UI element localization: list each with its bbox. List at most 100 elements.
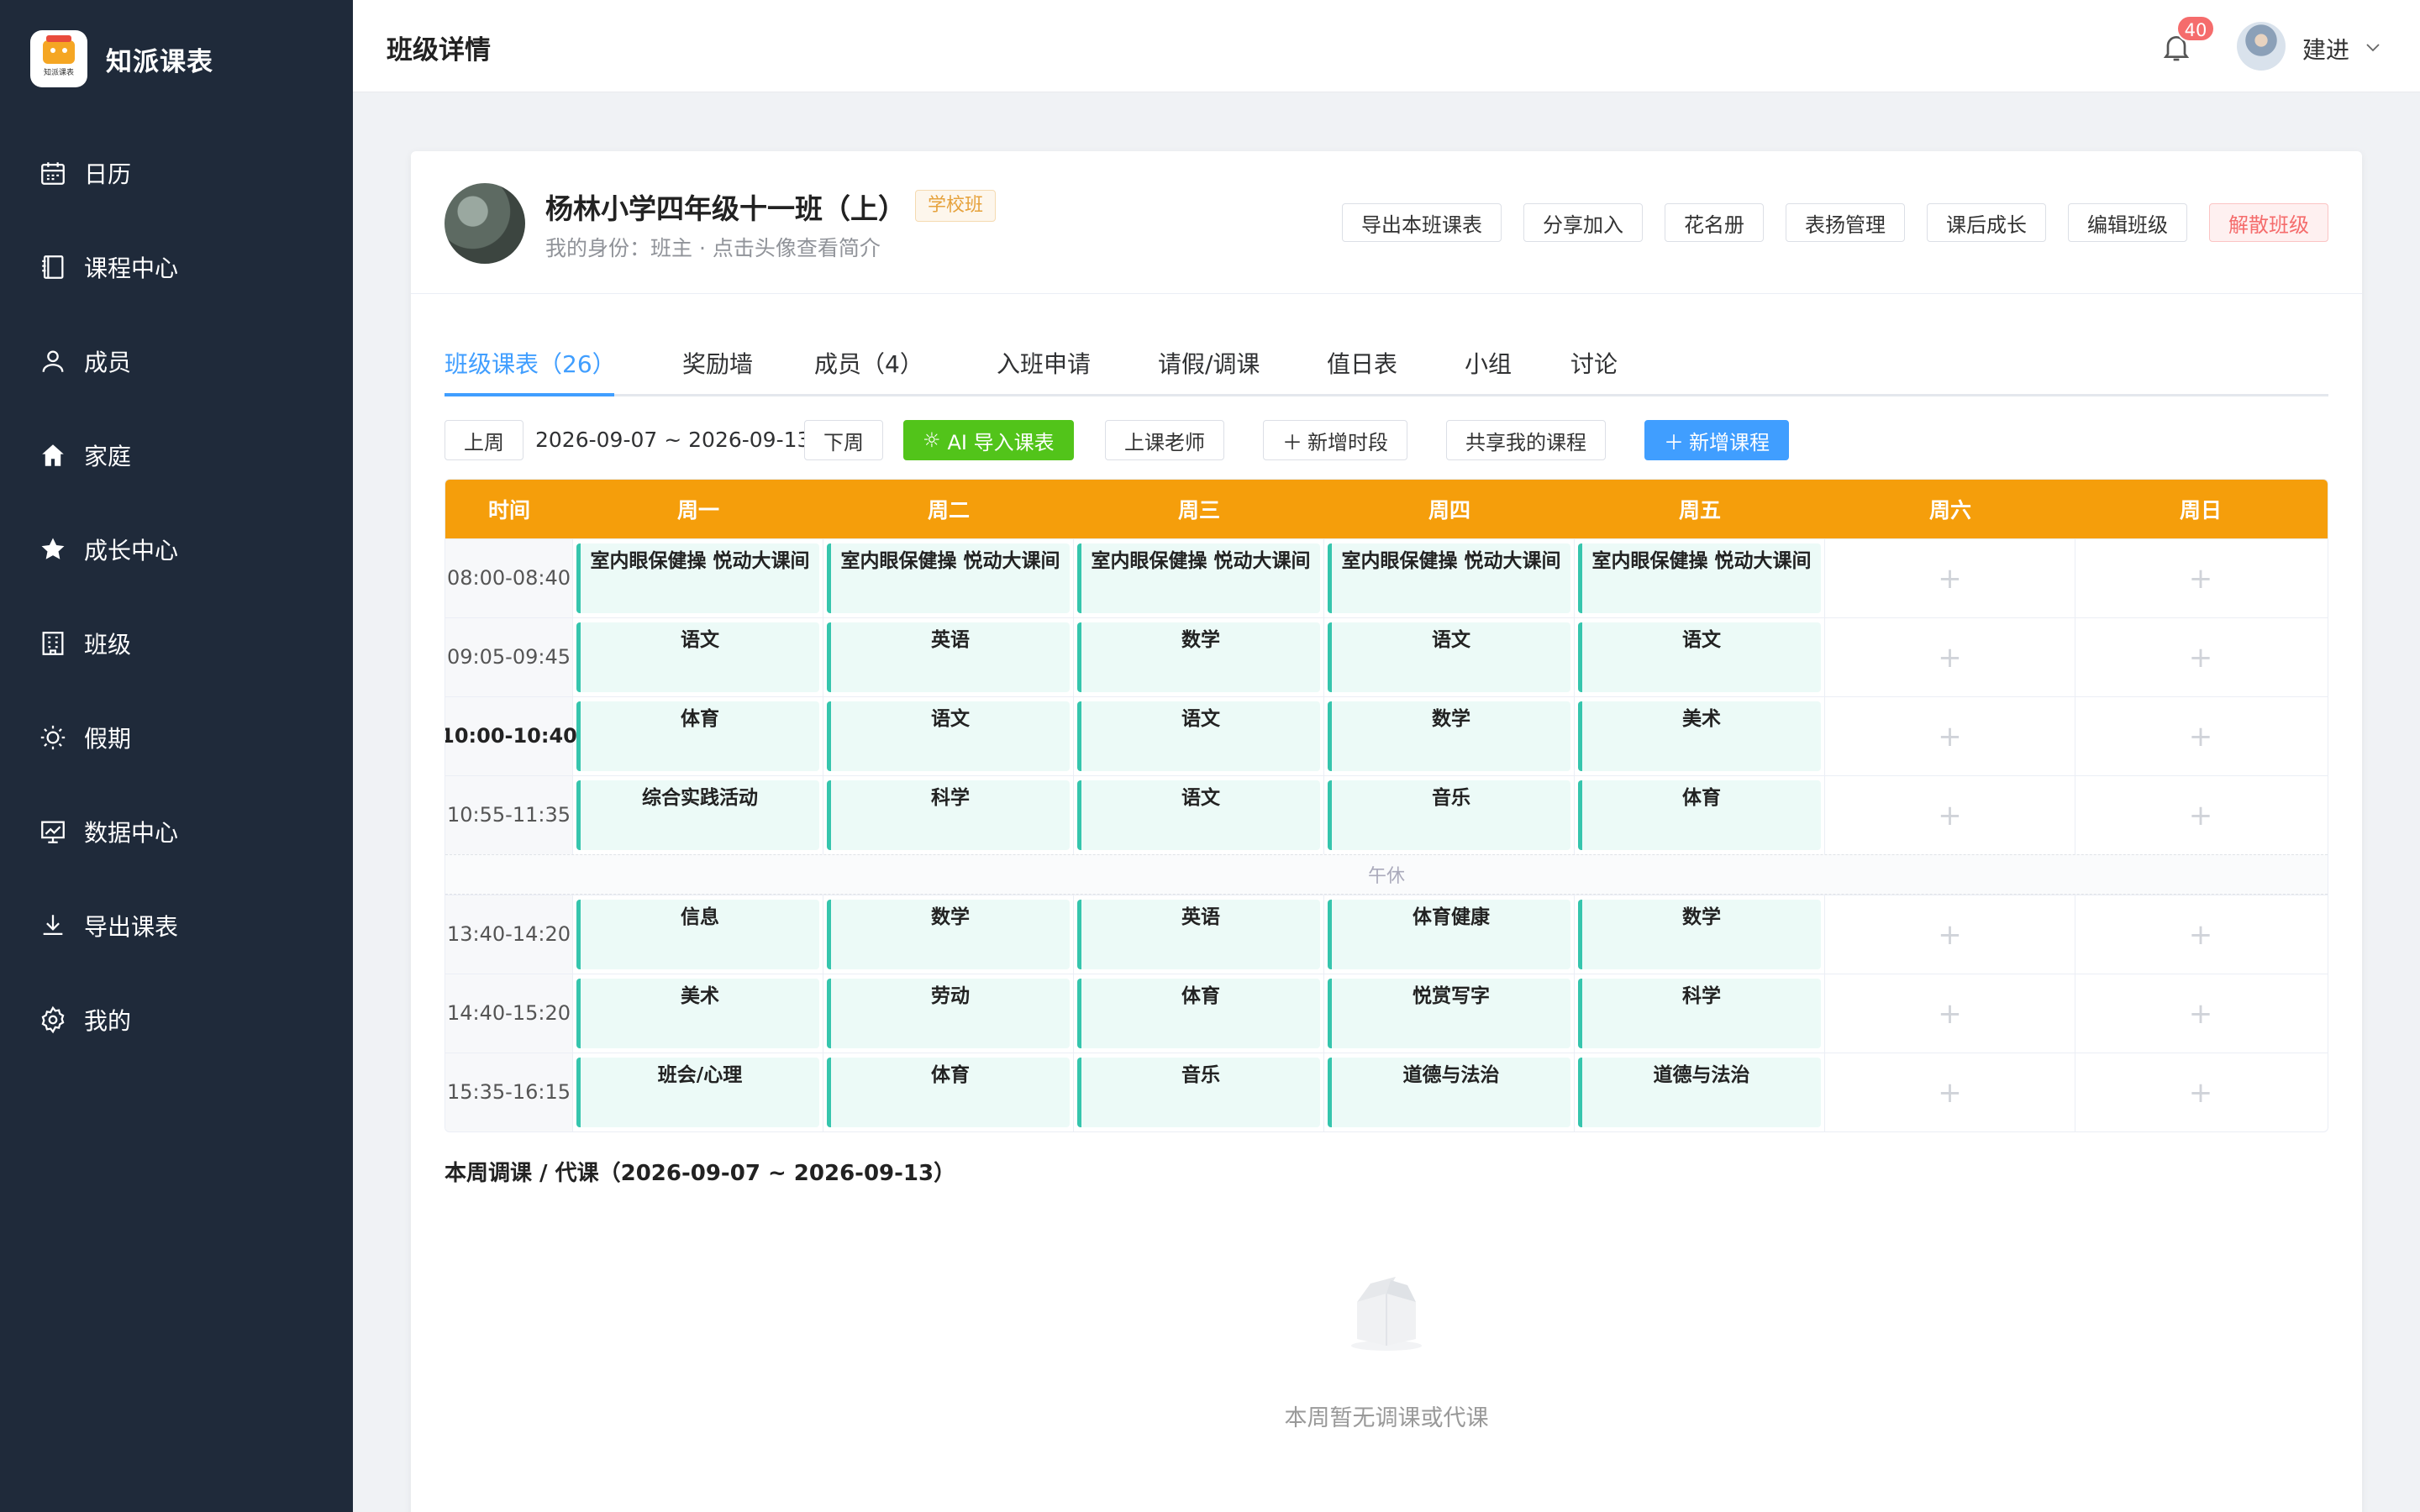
course-block[interactable]: 室内眼保健操 悦动大课间 <box>827 543 1070 613</box>
course-block[interactable]: 数学 <box>1328 701 1570 771</box>
share-my-courses-button[interactable]: 共享我的课程 <box>1446 420 1606 460</box>
course-block[interactable]: 体育 <box>827 1058 1070 1127</box>
course-block[interactable]: 数学 <box>827 900 1070 969</box>
add-course-slot[interactable]: + <box>2079 900 2323 969</box>
add-course-slot[interactable]: + <box>2079 622 2323 692</box>
course-block[interactable]: 语文 <box>1328 622 1570 692</box>
course-block[interactable]: 语文 <box>1077 780 1320 850</box>
add-course-slot[interactable]: + <box>2079 701 2323 771</box>
export-class-timetable-button[interactable]: 导出本班课表 <box>1342 203 1502 242</box>
course-block[interactable]: 体育 <box>1077 979 1320 1048</box>
course-block[interactable]: 数学 <box>1077 622 1320 692</box>
course-block[interactable]: 美术 <box>1578 701 1821 771</box>
chevron-down-icon[interactable] <box>2363 37 2383 57</box>
course-block[interactable]: 英语 <box>827 622 1070 692</box>
ai-import-button[interactable]: ☼ AI 导入课表 <box>903 420 1074 460</box>
add-course-slot[interactable]: + <box>1828 543 2071 613</box>
course-block[interactable]: 语文 <box>1578 622 1821 692</box>
course-block[interactable]: 数学 <box>1578 900 1821 969</box>
class-header: 杨林小学四年级十一班（上） 学校班 我的身份：班主 · 点击头像查看简介 导出本… <box>411 151 2362 294</box>
day-cell: 体育 <box>573 697 823 775</box>
brand[interactable]: 知派课表 知派课表 <box>30 30 213 87</box>
class-avatar[interactable] <box>445 183 525 264</box>
course-block[interactable]: 语文 <box>1077 701 1320 771</box>
sidebar-item-growth-center[interactable]: 成长中心 <box>0 502 353 596</box>
add-course-slot[interactable]: + <box>1828 979 2071 1048</box>
day-cell: + <box>2075 776 2326 854</box>
add-course-button[interactable]: ＋新增课程 <box>1644 420 1789 460</box>
add-course-slot[interactable]: + <box>1828 622 2071 692</box>
sidebar-item-data-center[interactable]: 数据中心 <box>0 785 353 879</box>
course-block[interactable]: 道德与法治 <box>1578 1058 1821 1127</box>
time-end: 14:20 <box>512 922 571 946</box>
tab-reward-wall[interactable]: 奖励墙 <box>682 346 753 380</box>
table-row: 08:00- 08:40 室内眼保健操 悦动大课间 室内眼保健操 悦动大课间 室内眼保健… <box>445 538 2328 617</box>
course-block[interactable]: 英语 <box>1077 900 1320 969</box>
chart-icon <box>41 821 65 843</box>
user-name[interactable]: 建进 <box>2302 32 2349 66</box>
sidebar-item-mine[interactable]: 我的 <box>0 973 353 1067</box>
sidebar-item-export[interactable]: 导出课表 <box>0 879 353 973</box>
add-period-button[interactable]: ＋新增时段 <box>1263 420 1407 460</box>
course-block[interactable]: 室内眼保健操 悦动大课间 <box>1578 543 1821 613</box>
course-block[interactable]: 科学 <box>1578 979 1821 1048</box>
sidebar-item-members[interactable]: 成员 <box>0 314 353 408</box>
course-block[interactable]: 室内眼保健操 悦动大课间 <box>1328 543 1570 613</box>
sidebar-item-class[interactable]: 班级 <box>0 596 353 690</box>
course-block[interactable]: 室内眼保健操 悦动大课间 <box>576 543 819 613</box>
course-block[interactable]: 音乐 <box>1077 1058 1320 1127</box>
day-cell: 数学 <box>1074 618 1324 696</box>
course-block[interactable]: 体育 <box>576 701 819 771</box>
teachers-button[interactable]: 上课老师 <box>1105 420 1224 460</box>
course-block[interactable]: 综合实践活动 <box>576 780 819 850</box>
add-course-slot[interactable]: + <box>2079 1058 2323 1127</box>
sidebar-item-calendar[interactable]: 日历 <box>0 126 353 220</box>
add-course-slot[interactable]: + <box>2079 543 2323 613</box>
course-block[interactable]: 体育健康 <box>1328 900 1570 969</box>
day-cell: + <box>2075 697 2326 775</box>
day-cell: 室内眼保健操 悦动大课间 <box>1575 539 1825 617</box>
add-course-slot[interactable]: + <box>1828 780 2071 850</box>
tab-members[interactable]: 成员（4） <box>814 346 923 380</box>
next-week-button[interactable]: 下周 <box>804 420 883 460</box>
tab-leave-adjust[interactable]: 请假/调课 <box>1158 346 1260 380</box>
sidebar-item-course-center[interactable]: 课程中心 <box>0 220 353 314</box>
course-block[interactable]: 科学 <box>827 780 1070 850</box>
roster-button[interactable]: 花名册 <box>1665 203 1764 242</box>
day-cell: 体育 <box>823 1053 1074 1131</box>
tab-groups[interactable]: 小组 <box>1465 346 1512 380</box>
tab-duty-roster[interactable]: 值日表 <box>1327 346 1397 380</box>
sidebar-item-holiday[interactable]: 假期 <box>0 690 353 785</box>
praise-management-button[interactable]: 表扬管理 <box>1786 203 1905 242</box>
edit-class-button[interactable]: 编辑班级 <box>2068 203 2187 242</box>
course-block[interactable]: 道德与法治 <box>1328 1058 1570 1127</box>
course-block[interactable]: 悦赏写字 <box>1328 979 1570 1048</box>
course-block[interactable]: 美术 <box>576 979 819 1048</box>
course-block[interactable]: 室内眼保健操 悦动大课间 <box>1077 543 1320 613</box>
add-course-slot[interactable]: + <box>1828 900 2071 969</box>
dissolve-class-button[interactable]: 解散班级 <box>2209 203 2328 242</box>
user-avatar[interactable] <box>2237 22 2286 71</box>
course-block[interactable]: 体育 <box>1578 780 1821 850</box>
add-course-slot[interactable]: + <box>2079 979 2323 1048</box>
prev-week-button[interactable]: 上周 <box>445 420 523 460</box>
tab-timetable[interactable]: 班级课表（26） <box>445 346 616 380</box>
day-cell: 音乐 <box>1324 776 1575 854</box>
course-block[interactable]: 语文 <box>576 622 819 692</box>
course-block[interactable]: 信息 <box>576 900 819 969</box>
course-block[interactable]: 班会/心理 <box>576 1058 819 1127</box>
add-course-slot[interactable]: + <box>1828 701 2071 771</box>
course-block[interactable]: 语文 <box>827 701 1070 771</box>
empty-box-icon <box>1351 1277 1422 1351</box>
sidebar-item-family[interactable]: 家庭 <box>0 408 353 502</box>
course-block[interactable]: 音乐 <box>1328 780 1570 850</box>
add-course-slot[interactable]: + <box>1828 1058 2071 1127</box>
tab-discussion[interactable]: 讨论 <box>1570 346 1618 380</box>
course-block[interactable]: 劳动 <box>827 979 1070 1048</box>
tab-join-requests[interactable]: 入班申请 <box>997 346 1091 380</box>
after-class-growth-button[interactable]: 课后成长 <box>1927 203 2046 242</box>
day-cell: + <box>1825 895 2075 974</box>
share-join-button[interactable]: 分享加入 <box>1523 203 1643 242</box>
day-cell: 语文 <box>573 618 823 696</box>
add-course-slot[interactable]: + <box>2079 780 2323 850</box>
